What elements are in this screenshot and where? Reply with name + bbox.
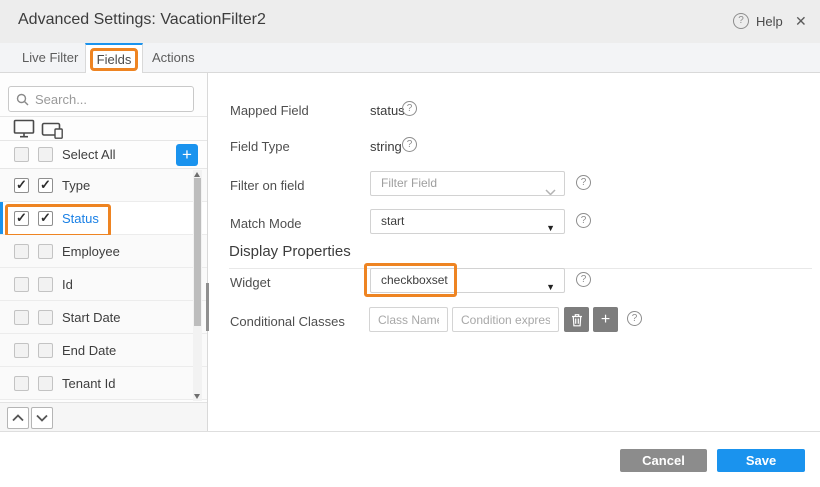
field-type-label: Field Type xyxy=(230,139,290,154)
cancel-button[interactable]: Cancel xyxy=(620,449,707,472)
scrollbar-thumb[interactable] xyxy=(194,178,201,326)
checkbox-mobile[interactable] xyxy=(38,343,53,358)
dropdown-arrow-icon: ▼ xyxy=(546,276,555,293)
select-all-mobile-checkbox[interactable] xyxy=(38,147,53,162)
advanced-settings-dialog: Advanced Settings: VacationFilter2 ? Hel… xyxy=(0,0,820,487)
help-link[interactable]: Help xyxy=(756,14,783,29)
annotation-highlight-fields-tab: Fields xyxy=(90,48,139,71)
checkbox-desktop[interactable] xyxy=(14,244,29,259)
class-name-input[interactable] xyxy=(369,307,448,332)
checkbox-mobile[interactable] xyxy=(38,310,53,325)
condition-expression-input[interactable] xyxy=(452,307,559,332)
checkbox-desktop[interactable] xyxy=(14,277,29,292)
widget-value: checkboxset xyxy=(381,273,448,287)
annotation-highlight-status-row xyxy=(5,204,111,237)
scroll-down-icon[interactable] xyxy=(194,394,200,399)
sidebar-scrollbar[interactable] xyxy=(193,170,202,401)
field-row-type[interactable]: Type xyxy=(0,169,207,202)
help-icon[interactable]: ? xyxy=(402,101,417,116)
dialog-title: Advanced Settings: VacationFilter2 xyxy=(18,11,266,29)
tab-live-filter[interactable]: Live Filter xyxy=(22,43,78,72)
save-button[interactable]: Save xyxy=(717,449,805,472)
widget-label: Widget xyxy=(230,275,270,290)
field-row-id[interactable]: Id xyxy=(0,268,207,301)
conditional-classes-label: Conditional Classes xyxy=(230,314,345,329)
panel-divider xyxy=(207,73,208,431)
checkbox-desktop[interactable] xyxy=(14,343,29,358)
filter-on-field-label: Filter on field xyxy=(230,178,304,193)
add-condition-button[interactable]: + xyxy=(593,307,618,332)
chevron-down-icon xyxy=(545,181,556,196)
match-mode-value: start xyxy=(381,214,404,228)
help-icon[interactable]: ? xyxy=(576,175,591,190)
help-icon[interactable]: ? xyxy=(733,13,749,29)
filter-on-field-placeholder: Filter Field xyxy=(381,176,437,190)
checkbox-mobile[interactable] xyxy=(38,376,53,391)
select-all-label: Select All xyxy=(62,147,115,162)
trash-icon xyxy=(571,313,583,327)
move-down-button[interactable] xyxy=(31,407,53,429)
help-icon[interactable]: ? xyxy=(402,137,417,152)
field-label: Tenant Id xyxy=(62,376,116,391)
panel-resize-handle[interactable] xyxy=(206,283,209,331)
checkbox-desktop[interactable] xyxy=(14,178,29,193)
help-icon[interactable]: ? xyxy=(576,272,591,287)
field-type-value: string xyxy=(370,139,402,154)
select-all-row[interactable]: Select All + xyxy=(0,141,207,169)
add-field-button[interactable]: + xyxy=(176,144,198,166)
select-all-desktop-checkbox[interactable] xyxy=(14,147,29,162)
help-icon[interactable]: ? xyxy=(627,311,642,326)
reorder-toolbar xyxy=(0,402,207,431)
footer-divider xyxy=(0,431,820,432)
divider xyxy=(0,116,207,117)
checkbox-mobile[interactable] xyxy=(38,178,53,193)
field-row-start-date[interactable]: Start Date xyxy=(0,301,207,334)
field-label: Start Date xyxy=(62,310,121,325)
display-properties-heading: Display Properties xyxy=(229,243,812,269)
tab-actions[interactable]: Actions xyxy=(152,43,195,72)
field-label: Type xyxy=(62,178,90,193)
plus-icon: + xyxy=(601,312,610,328)
search-icon xyxy=(16,93,29,111)
search-input[interactable] xyxy=(8,86,194,112)
checkbox-desktop[interactable] xyxy=(14,310,29,325)
checkbox-desktop[interactable] xyxy=(14,376,29,391)
mapped-field-label: Mapped Field xyxy=(230,103,309,118)
filter-on-field-select[interactable]: Filter Field xyxy=(370,171,565,196)
mapped-field-value: status xyxy=(370,103,405,118)
match-mode-label: Match Mode xyxy=(230,216,302,231)
match-mode-select[interactable]: start ▼ xyxy=(370,209,565,234)
checkbox-mobile[interactable] xyxy=(38,244,53,259)
checkbox-mobile[interactable] xyxy=(38,277,53,292)
help-icon[interactable]: ? xyxy=(576,213,591,228)
move-up-button[interactable] xyxy=(7,407,29,429)
widget-select[interactable]: checkboxset ▼ xyxy=(370,268,565,293)
field-label: End Date xyxy=(62,343,116,358)
selected-row-indicator xyxy=(0,202,3,234)
scroll-up-icon[interactable] xyxy=(194,172,200,177)
tab-fields[interactable]: Fields xyxy=(85,43,143,73)
field-row-end-date[interactable]: End Date xyxy=(0,334,207,367)
dropdown-arrow-icon: ▼ xyxy=(546,217,555,234)
delete-condition-button[interactable] xyxy=(564,307,589,332)
field-label: Id xyxy=(62,277,73,292)
field-row-employee[interactable]: Employee xyxy=(0,235,207,268)
field-row-tenant-id[interactable]: Tenant Id xyxy=(0,367,207,400)
field-label: Employee xyxy=(62,244,120,259)
close-icon[interactable]: ✕ xyxy=(795,13,807,30)
field-row-status[interactable]: Status xyxy=(0,202,207,235)
